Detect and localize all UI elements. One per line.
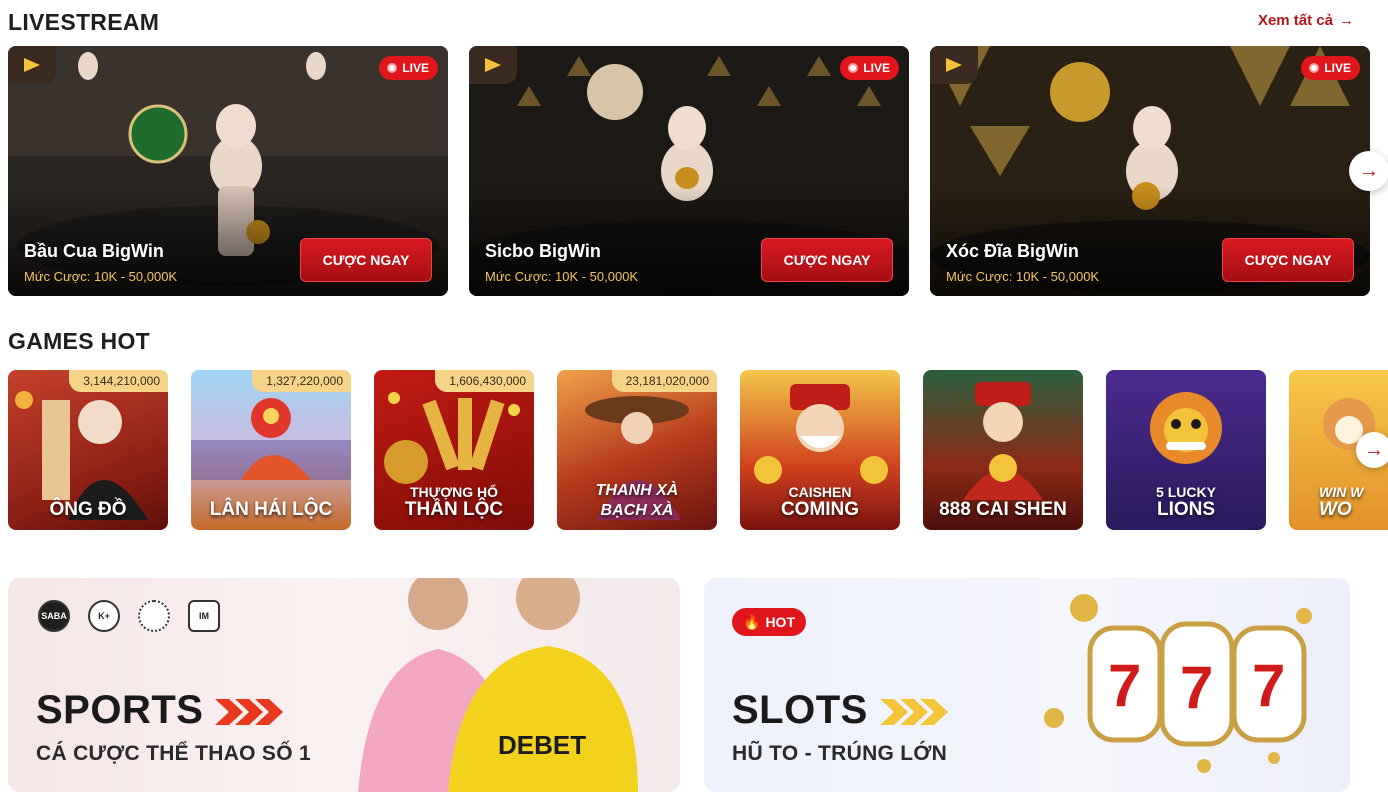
- live-card-bau-cua[interactable]: LIVE Bầu Cua BigWin Mức Cược: 10K - 50,0…: [8, 46, 448, 296]
- sports-subtitle: CÁ CƯỢC THỂ THAO SỐ 1: [36, 742, 311, 765]
- game-tile-888-cai-shen[interactable]: 888 CAI SHEN: [923, 370, 1083, 530]
- live-game-name: Bầu Cua BigWin: [24, 241, 164, 261]
- game-name: THANH XÀ BẠCH XÀ: [557, 482, 717, 520]
- provider-logo-icon: [930, 46, 978, 84]
- live-card-xoc-dia[interactable]: LIVE Xóc Đĩa BigWin Mức Cược: 10K - 50,0…: [930, 46, 1370, 296]
- live-label: LIVE: [863, 61, 890, 75]
- sports-title: SPORTS: [36, 688, 285, 733]
- provider-label: SABA: [41, 611, 67, 621]
- jersey-sponsor-text: DEBET: [498, 730, 586, 760]
- slots-title-text: SLOTS: [732, 688, 868, 732]
- game-name: WIN W WO: [1319, 485, 1388, 520]
- game-name-bottom: BẠCH XÀ: [600, 502, 674, 520]
- game-tile-lan-hai-loc[interactable]: 1,327,220,000 LÂN HÁI LỘC: [191, 370, 351, 530]
- chevrons-right-icon: [215, 699, 284, 726]
- sports-title-text: SPORTS: [36, 688, 204, 732]
- bet-now-button[interactable]: CƯỢC NGAY: [761, 238, 893, 282]
- bet-now-button[interactable]: CƯỢC NGAY: [1222, 238, 1354, 282]
- live-bet-range: Mức Cược: 10K - 50,000K: [946, 269, 1100, 284]
- chevrons-right-icon: [879, 699, 948, 726]
- game-name: 5 LUCKY LIONS: [1106, 485, 1266, 520]
- game-tile-thuong-ho-than-loc[interactable]: 1,606,430,000 THƯỢNG HỔ THẦN LỘC: [374, 370, 534, 530]
- see-all-link[interactable]: Xem tất cả →: [1258, 12, 1354, 29]
- saba-provider-icon: SABA: [38, 600, 70, 632]
- jackpot-amount: 1,606,430,000: [435, 370, 534, 392]
- game-tile-caishen-coming[interactable]: CAISHEN COMING: [740, 370, 900, 530]
- provider-logo-icon: [8, 46, 56, 84]
- bet-now-button[interactable]: CƯỢC NGAY: [300, 238, 432, 282]
- game-name: LÂN HÁI LỘC: [209, 499, 333, 521]
- game-name: THƯỢNG HỔ THẦN LỘC: [374, 485, 534, 520]
- game-name-top: THANH XÀ: [595, 482, 679, 500]
- live-dot-icon: [387, 63, 398, 73]
- reel-symbol: 7: [1108, 652, 1141, 719]
- game-tile-thanh-xa-bach-xa[interactable]: 23,181,020,000 THANH XÀ BẠCH XÀ: [557, 370, 717, 530]
- provider-label: IM: [199, 611, 209, 621]
- live-game-name: Sicbo BigWin: [485, 241, 601, 261]
- livestream-next-arrow-icon[interactable]: →: [1349, 151, 1388, 191]
- sports-banner[interactable]: SABA K+ IM DEBET SPORTS CÁ CƯỢC THỂ THAO…: [8, 578, 680, 792]
- game-name-top: CAISHEN: [788, 484, 852, 501]
- reel-symbol: 7: [1180, 654, 1213, 721]
- live-game-name: Xóc Đĩa BigWin: [946, 241, 1079, 261]
- slots-subtitle: HŨ TO - TRÚNG LỚN: [732, 742, 948, 765]
- live-dot-icon: [1309, 63, 1320, 73]
- game-name: CAISHEN COMING: [740, 485, 900, 520]
- game-tile-5-lucky-lions[interactable]: 5 LUCKY LIONS: [1106, 370, 1266, 530]
- game-name-top: 5 LUCKY: [1156, 484, 1216, 501]
- live-dot-icon: [848, 63, 859, 73]
- game-name-bottom: COMING: [780, 499, 860, 521]
- game-name: 888 CAI SHEN: [939, 499, 1067, 521]
- games-hot-carousel: 3,144,210,000 ÔNG ĐỒ 1,327,220,000 LÂN H…: [8, 370, 1388, 530]
- games-hot-title: GAMES HOT: [8, 328, 150, 354]
- game-name: ÔNG ĐỒ: [49, 499, 127, 521]
- live-bet-range: Mức Cược: 10K - 50,000K: [485, 269, 639, 284]
- slots-banner[interactable]: 🔥 HOT 7 7 7 SLOTS HŨ TO - TRÚNG LỚN: [704, 578, 1350, 792]
- reel-symbol: 7: [1252, 652, 1285, 719]
- jackpot-amount: 1,327,220,000: [252, 370, 351, 392]
- see-all-label: Xem tất cả: [1257, 12, 1333, 29]
- k-plus-provider-icon: K+: [88, 600, 120, 632]
- livestream-title: LIVESTREAM: [8, 9, 160, 35]
- sports-players-art: DEBET: [358, 578, 638, 792]
- provider-logo-icon: [469, 46, 517, 84]
- provider-label: K+: [98, 611, 110, 621]
- jackpot-amount: 23,181,020,000: [611, 370, 717, 392]
- flame-icon: 🔥: [743, 613, 761, 630]
- live-badge: LIVE: [1301, 56, 1360, 80]
- arrow-right-icon: →: [1339, 12, 1354, 29]
- games-next-arrow-icon[interactable]: →: [1356, 432, 1388, 468]
- game-name-bottom: THẦN LỘC: [404, 499, 504, 521]
- dots-provider-icon: [138, 600, 170, 632]
- live-label: LIVE: [1324, 61, 1351, 75]
- game-name-top: WIN W: [1319, 484, 1364, 501]
- hot-label: HOT: [765, 614, 795, 630]
- slot-machine-art: 7 7 7: [1044, 594, 1312, 773]
- live-card-sicbo[interactable]: LIVE Sicbo BigWin Mức Cược: 10K - 50,000…: [469, 46, 909, 296]
- live-badge: LIVE: [379, 56, 438, 80]
- game-name-top: THƯỢNG HỔ: [409, 484, 499, 501]
- hot-badge: 🔥 HOT: [732, 608, 806, 636]
- live-label: LIVE: [402, 61, 429, 75]
- jackpot-amount: 3,144,210,000: [69, 370, 168, 392]
- livestream-carousel: LIVE Bầu Cua BigWin Mức Cược: 10K - 50,0…: [8, 46, 1388, 296]
- slots-title: SLOTS: [732, 688, 950, 733]
- game-name-bottom: WO: [1319, 499, 1352, 521]
- live-badge: LIVE: [840, 56, 899, 80]
- live-bet-range: Mức Cược: 10K - 50,000K: [24, 269, 178, 284]
- im-provider-icon: IM: [188, 600, 220, 632]
- game-name-bottom: LIONS: [1156, 499, 1216, 521]
- game-tile-ong-do[interactable]: 3,144,210,000 ÔNG ĐỒ: [8, 370, 168, 530]
